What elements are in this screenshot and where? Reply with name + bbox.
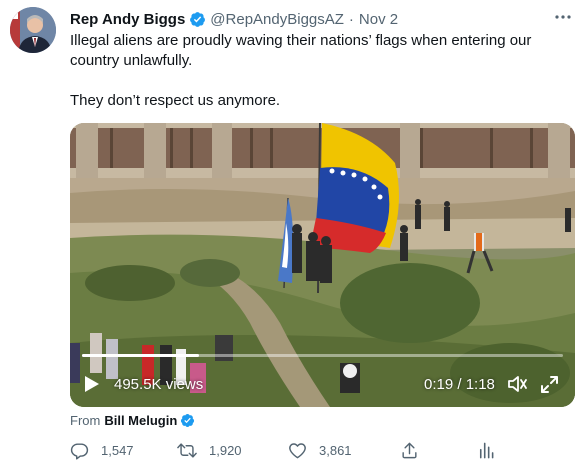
like-count: 3,861 [319,443,352,458]
analytics-button[interactable] [476,441,507,460]
more-icon[interactable] [553,9,573,25]
play-icon[interactable] [84,375,100,393]
author-handle[interactable]: @RepAndyBiggsAZ [210,11,344,28]
verified-badge-icon [189,11,206,28]
tweet-text-paragraph: Illegal aliens are proudly waving their … [70,32,532,69]
volume-icon[interactable] [507,375,527,393]
author-name[interactable]: Rep Andy Biggs [70,11,185,28]
tweet-header: Rep Andy Biggs @RepAndyBiggsAZ · Nov 2 [70,9,567,29]
from-label: From [70,413,101,428]
tweet-text-paragraph: They don’t respect us anymore. [70,92,281,109]
share-button[interactable] [400,441,431,460]
retweet-count: 1,920 [209,443,242,458]
video-progress-fill [82,354,199,357]
video-frame [70,123,575,407]
video-time: 0:19 / 1:18 [424,376,495,393]
video-progress-bar[interactable] [82,354,563,357]
video-source: From Bill Melugin [70,413,199,428]
fullscreen-icon[interactable] [540,375,559,394]
retweet-icon [177,443,197,458]
video-player[interactable]: 495.5K views 0:19 / 1:18 [70,123,575,407]
video-views: 495.5K views [114,376,204,393]
tweet-actions: 1,547 1,920 3,861 [70,441,500,463]
avatar[interactable] [10,7,56,53]
reply-button[interactable]: 1,547 [70,441,134,460]
like-button[interactable]: 3,861 [288,441,352,460]
avatar-photo [10,7,56,53]
tweet-text: Illegal aliens are proudly waving their … [70,31,570,111]
share-icon [402,442,417,459]
reply-count: 1,547 [101,443,134,458]
reply-icon [70,443,89,460]
analytics-icon [479,442,494,459]
tweet-date[interactable]: Nov 2 [359,11,398,28]
verified-badge-icon [180,413,195,428]
separator-dot: · [348,10,354,28]
like-icon [289,443,306,459]
source-name[interactable]: Bill Melugin [104,413,177,428]
retweet-button[interactable]: 1,920 [177,441,242,460]
